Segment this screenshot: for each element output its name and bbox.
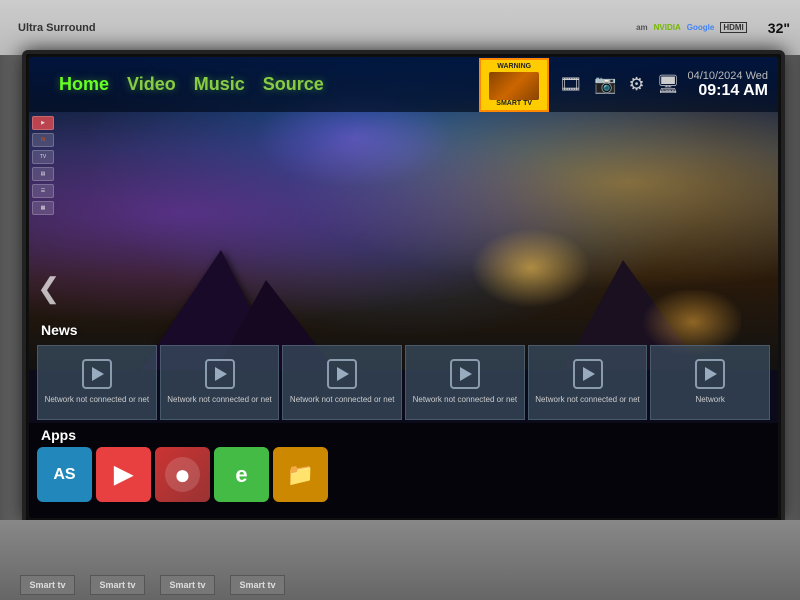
- news-label-1: Network not connected or net: [38, 393, 156, 406]
- settings-icon[interactable]: ⚙: [628, 74, 644, 95]
- scene-background: Ultra Surround am NVIDIA Google HDMI 32": [0, 0, 800, 600]
- news-label-3: Network not connected or net: [283, 393, 401, 406]
- play-icon-6: [695, 359, 725, 389]
- app-icon-1[interactable]: AS: [37, 447, 92, 502]
- film-icon[interactable]: 🎞: [559, 74, 582, 95]
- store-box-3: Smart tv: [160, 575, 215, 595]
- play-icon-1: [82, 359, 112, 389]
- news-grid: Network not connected or net Network not…: [29, 342, 778, 423]
- news-label-5: Network not connected or net: [529, 393, 647, 406]
- sidebar-icon-5[interactable]: ☰: [32, 184, 54, 198]
- app-icon-4[interactable]: e: [214, 447, 269, 502]
- display-icon[interactable]: 🖥: [657, 74, 680, 95]
- warning-thumbnail: [489, 72, 539, 100]
- news-section: News Network not connected or net Networ…: [29, 318, 778, 423]
- app-icon-3[interactable]: ●: [155, 447, 210, 502]
- news-card-1[interactable]: Network not connected or net: [37, 345, 157, 420]
- warning-badge: WARNING SMART TV: [479, 58, 549, 112]
- news-title: News: [29, 318, 778, 342]
- play-icon-2: [205, 359, 235, 389]
- apps-section: Apps AS ▶ ● e 📁: [29, 423, 778, 518]
- nav-home[interactable]: Home: [59, 74, 109, 95]
- ultra-surround-label: Ultra Surround: [18, 22, 96, 34]
- nav-music[interactable]: Music: [194, 74, 245, 95]
- news-card-5[interactable]: Network not connected or net: [528, 345, 648, 420]
- news-card-6[interactable]: Network: [650, 345, 770, 420]
- news-card-3[interactable]: Network not connected or net: [282, 345, 402, 420]
- sidebar-icon-3[interactable]: TV: [32, 150, 54, 164]
- sidebar-icon-4[interactable]: ▤: [32, 167, 54, 181]
- camera-icon[interactable]: 📷: [594, 74, 616, 95]
- nav-video[interactable]: Video: [127, 74, 176, 95]
- nav-source[interactable]: Source: [263, 74, 324, 95]
- store-box-4: Smart tv: [230, 575, 285, 595]
- store-top-area: Ultra Surround am NVIDIA Google HDMI 32": [0, 0, 800, 55]
- news-label-2: Network not connected or net: [161, 393, 279, 406]
- app-icon-2[interactable]: ▶: [96, 447, 151, 502]
- left-nav-arrow[interactable]: ❮: [37, 271, 60, 304]
- navigation-bar: Home Video Music Source WARNING SMART TV…: [29, 57, 778, 112]
- play-icon-3: [327, 359, 357, 389]
- apps-title: Apps: [29, 423, 778, 445]
- sidebar-icon-1[interactable]: ▶: [32, 116, 54, 130]
- glow-effect: [471, 228, 591, 308]
- warning-subtitle: SMART TV: [489, 100, 539, 107]
- play-icon-5: [573, 359, 603, 389]
- store-bottom-area: Smart tv Smart tv Smart tv Smart tv: [0, 520, 800, 600]
- app-icon-5[interactable]: 📁: [273, 447, 328, 502]
- datetime-display: 04/10/2024 Wed 09:14 AM: [687, 70, 768, 100]
- sidebar-icons: ▶ N TV ▤ ☰ ▦: [29, 112, 57, 219]
- news-card-4[interactable]: Network not connected or net: [405, 345, 525, 420]
- store-box-1: Smart tv: [20, 575, 75, 595]
- tv-frame: ▶ N TV ▤ ☰ ▦ Home Video Music Source WAR…: [22, 50, 785, 525]
- news-card-2[interactable]: Network not connected or net: [160, 345, 280, 420]
- news-label-6: Network: [651, 393, 769, 406]
- nav-items: Home Video Music Source: [59, 74, 469, 95]
- sidebar-icon-2[interactable]: N: [32, 133, 54, 147]
- news-label-4: Network not connected or net: [406, 393, 524, 406]
- time-display: 09:14 AM: [687, 82, 768, 100]
- sidebar-icon-6[interactable]: ▦: [32, 201, 54, 215]
- size-label: 32": [768, 20, 790, 36]
- play-icon-4: [450, 359, 480, 389]
- tv-screen: ▶ N TV ▤ ☰ ▦ Home Video Music Source WAR…: [29, 57, 778, 518]
- warning-title: WARNING: [489, 63, 539, 70]
- store-box-2: Smart tv: [90, 575, 145, 595]
- date-display: 04/10/2024 Wed: [687, 70, 768, 82]
- apps-grid: AS ▶ ● e 📁: [29, 445, 778, 504]
- top-right-icons: 🎞 📷 ⚙ 🖥: [559, 74, 679, 95]
